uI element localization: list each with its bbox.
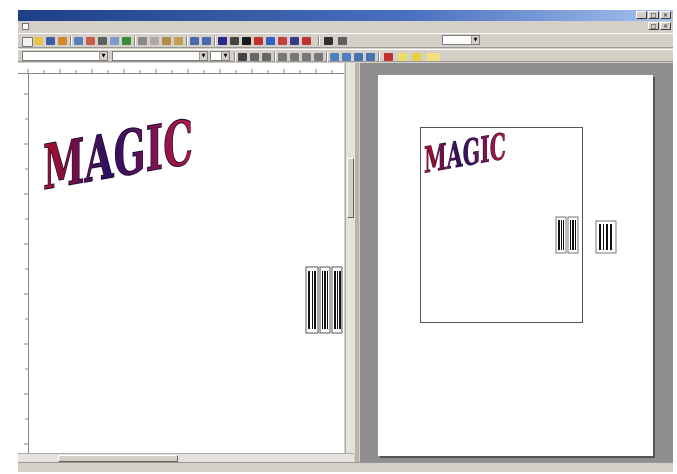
document-content: MAGIC — [43, 104, 343, 334]
align-right-icon[interactable] — [302, 53, 311, 61]
new-icon[interactable] — [22, 37, 33, 47]
format-paintbrush-icon[interactable] — [174, 37, 183, 45]
maximize-button[interactable]: □ — [648, 11, 659, 19]
toolbar-separator — [274, 52, 276, 62]
edit-icon[interactable] — [74, 37, 83, 45]
title-bar: _ □ × — [18, 10, 673, 21]
zoom-icon[interactable] — [324, 37, 333, 45]
status-bar — [18, 462, 673, 472]
paste-icon[interactable] — [162, 37, 171, 45]
font-size-combo[interactable]: ▼ — [210, 51, 230, 61]
menu-bar: □ × — [18, 22, 673, 32]
document-canvas[interactable]: MAGIC — [29, 74, 344, 453]
chevron-down-icon[interactable]: ▼ — [99, 52, 107, 60]
barcode-group[interactable] — [305, 266, 343, 334]
gallery-icon[interactable] — [254, 37, 263, 45]
preview-icon[interactable] — [110, 37, 119, 45]
doc-close-button[interactable]: × — [660, 22, 671, 30]
cut-icon[interactable] — [138, 37, 147, 45]
app-window: _ □ × □ × ▼ ▼ ▼ ▼ MAGIC MAGIC — [18, 10, 673, 472]
toolbar-separator — [186, 36, 188, 46]
undo-icon[interactable] — [190, 37, 199, 45]
bullets-icon[interactable] — [342, 53, 351, 61]
wordart-logo[interactable]: MAGIC — [43, 104, 194, 205]
italic-icon[interactable] — [250, 53, 259, 61]
doc-restore-button[interactable]: □ — [648, 22, 659, 30]
ruler-ticks — [24, 93, 28, 445]
bold-icon[interactable] — [238, 53, 247, 61]
vertical-scrollbar[interactable] — [345, 63, 355, 453]
pdf-icon[interactable] — [86, 37, 95, 45]
print-icon[interactable] — [98, 37, 107, 45]
toolbar-separator — [214, 36, 216, 46]
preview-pane[interactable]: MAGIC — [360, 63, 673, 462]
horizontal-ruler[interactable] — [18, 63, 344, 74]
font-name-combo[interactable]: ▼ — [112, 51, 208, 61]
horizontal-scroll-thumb[interactable] — [58, 455, 178, 462]
save-icon[interactable] — [46, 37, 55, 45]
draw-icon[interactable] — [278, 37, 287, 45]
increase-indent-icon[interactable] — [366, 53, 375, 61]
ruler-ticks — [27, 69, 333, 73]
chevron-down-icon[interactable]: ▼ — [199, 52, 207, 60]
toolbar-separator — [134, 36, 136, 46]
toolbar-separator — [326, 52, 328, 62]
close-button[interactable]: × — [660, 11, 671, 19]
toolbar-separator — [234, 52, 236, 62]
pane-splitter[interactable] — [355, 63, 359, 462]
vertical-ruler[interactable] — [18, 74, 29, 453]
background-color-icon[interactable] — [412, 53, 421, 61]
email-icon[interactable] — [58, 37, 67, 45]
vertical-scroll-thumb[interactable] — [347, 158, 354, 218]
highlight-icon[interactable] — [398, 53, 407, 61]
font-color-icon[interactable] — [384, 53, 393, 61]
table-icon[interactable] — [230, 37, 239, 45]
nonprinting-chars-icon[interactable] — [302, 37, 311, 45]
open-icon[interactable] — [34, 37, 43, 45]
align-left-icon[interactable] — [278, 53, 287, 61]
preview-barcode-group — [555, 216, 617, 254]
preview-wordart-logo: MAGIC — [424, 125, 506, 182]
decrease-indent-icon[interactable] — [354, 53, 363, 61]
toolbar-separator — [318, 36, 320, 46]
preview-page: MAGIC — [378, 75, 653, 456]
paragraph-style-combo[interactable]: ▼ — [22, 51, 108, 61]
toolbar-separator — [378, 52, 380, 62]
fields-icon[interactable] — [290, 37, 299, 45]
navigator-icon[interactable] — [242, 37, 251, 45]
formatting-toolbar: ▼ ▼ ▼ — [18, 49, 673, 62]
preview-content: MAGIC — [424, 124, 617, 254]
datasource-icon[interactable] — [266, 37, 275, 45]
hyperlink-icon[interactable] — [218, 37, 227, 45]
chevron-down-icon[interactable]: ▼ — [221, 52, 229, 60]
document-icon[interactable] — [22, 23, 29, 30]
minimize-button[interactable]: _ — [636, 11, 647, 19]
align-center-icon[interactable] — [290, 53, 299, 61]
numbering-icon[interactable] — [330, 53, 339, 61]
redo-icon[interactable] — [202, 37, 211, 45]
copy-icon[interactable] — [150, 37, 159, 45]
standard-toolbar: ▼ — [18, 33, 673, 48]
chevron-down-icon[interactable]: ▼ — [471, 36, 479, 44]
zoom-combo[interactable]: ▼ — [442, 35, 480, 45]
toolbar-separator — [70, 36, 72, 46]
justify-icon[interactable] — [314, 53, 323, 61]
character-icon[interactable] — [426, 53, 440, 61]
help-icon[interactable] — [338, 37, 347, 45]
spellcheck-icon[interactable] — [122, 37, 131, 45]
underline-icon[interactable] — [262, 53, 271, 61]
